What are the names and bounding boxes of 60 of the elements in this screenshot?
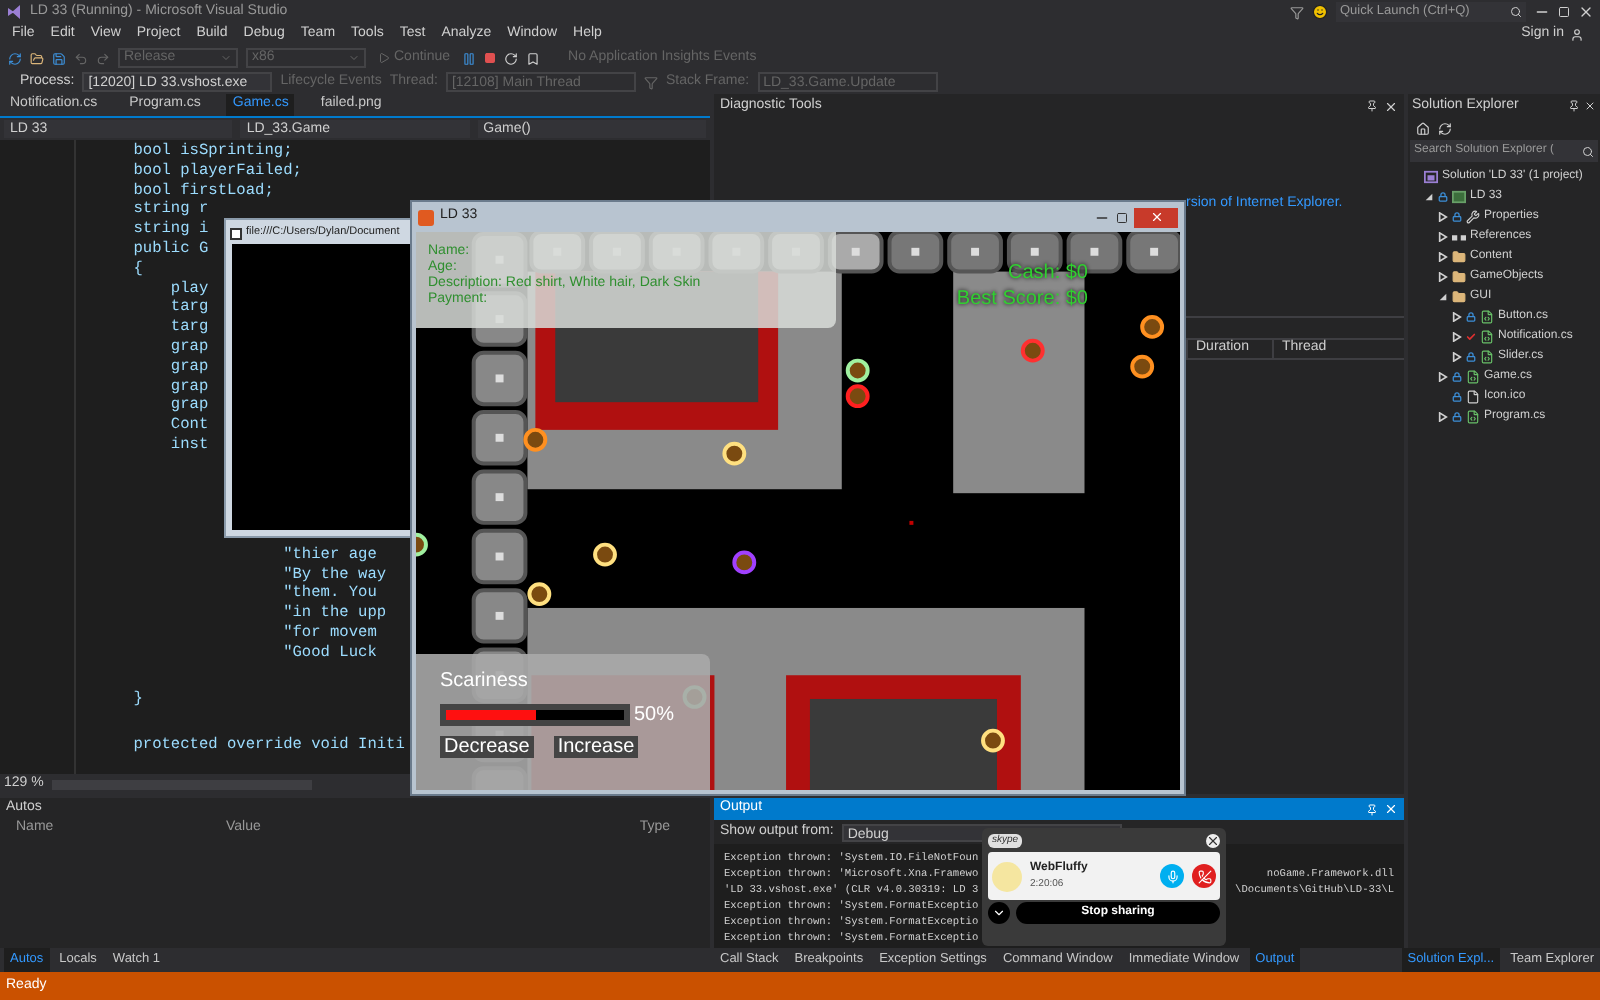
pin-icon[interactable] [1366, 100, 1378, 112]
chevron-icon [992, 906, 1006, 920]
hang-up-button[interactable] [1192, 864, 1216, 888]
code-file-icon [1466, 369, 1480, 383]
close-icon[interactable] [1206, 834, 1220, 848]
scariness-button[interactable]: Increase [553, 736, 639, 758]
wrench-icon [1466, 209, 1480, 223]
collapsed-arrow-icon[interactable] [1452, 351, 1462, 361]
app-logo-icon [6, 4, 22, 20]
maximize-icon[interactable] [1116, 211, 1128, 223]
bookmark-icon[interactable] [526, 51, 541, 65]
folder-icon [1452, 269, 1466, 283]
close-icon [1149, 210, 1163, 224]
code-file-icon [1480, 349, 1494, 363]
play-icon [378, 52, 390, 64]
filter-icon[interactable] [1290, 5, 1304, 19]
stop-icon[interactable] [484, 52, 497, 64]
save-icon[interactable] [52, 51, 66, 65]
phone-icon [1197, 869, 1211, 883]
references-icon [1452, 229, 1466, 243]
folder-icon [1452, 289, 1466, 303]
home-icon[interactable] [1416, 122, 1430, 136]
collapsed-arrow-icon[interactable] [1438, 231, 1448, 241]
project-icon [1452, 189, 1466, 203]
collapsed-arrow-icon[interactable] [1452, 331, 1462, 341]
restart-icon[interactable] [504, 51, 519, 65]
search-icon[interactable] [1582, 145, 1594, 157]
pin-icon[interactable] [1568, 100, 1580, 112]
game-icon [418, 209, 434, 225]
expanded-arrow-icon[interactable] [1438, 291, 1448, 301]
microphone-icon [1165, 869, 1179, 883]
pause-icon[interactable] [462, 51, 477, 65]
collapsed-arrow-icon[interactable] [1438, 211, 1448, 221]
caret-icon [348, 52, 360, 64]
solution-icon [1424, 169, 1438, 183]
search-icon[interactable] [1510, 6, 1522, 18]
scariness-value: 50% [634, 702, 675, 730]
collapsed-arrow-icon[interactable] [1438, 251, 1448, 261]
collapsed-arrow-icon[interactable] [1452, 311, 1462, 321]
account-icon[interactable] [1570, 28, 1584, 42]
code-file-icon [1480, 329, 1494, 343]
collapsed-arrow-icon[interactable] [1438, 411, 1448, 421]
caret-icon [220, 52, 232, 64]
collapsed-arrow-icon[interactable] [1438, 371, 1448, 381]
open-folder-icon[interactable] [30, 51, 44, 65]
sync-icon[interactable] [1438, 122, 1452, 136]
code-file-icon [1466, 409, 1480, 423]
navigate-icon[interactable] [8, 51, 22, 65]
code-file-icon [1480, 309, 1494, 323]
expanded-arrow-icon[interactable] [1424, 191, 1434, 201]
folder-icon [1452, 249, 1466, 263]
smiley-icon[interactable] [1312, 4, 1328, 20]
collapse-button[interactable] [988, 902, 1010, 924]
avatar [992, 861, 1022, 891]
scariness-slider[interactable] [440, 704, 630, 726]
file-icon [1466, 389, 1480, 403]
console-icon [230, 227, 242, 239]
scariness-label: Scariness [440, 670, 530, 694]
collapsed-arrow-icon[interactable] [1438, 271, 1448, 281]
scariness-button[interactable]: Decrease [440, 736, 534, 758]
